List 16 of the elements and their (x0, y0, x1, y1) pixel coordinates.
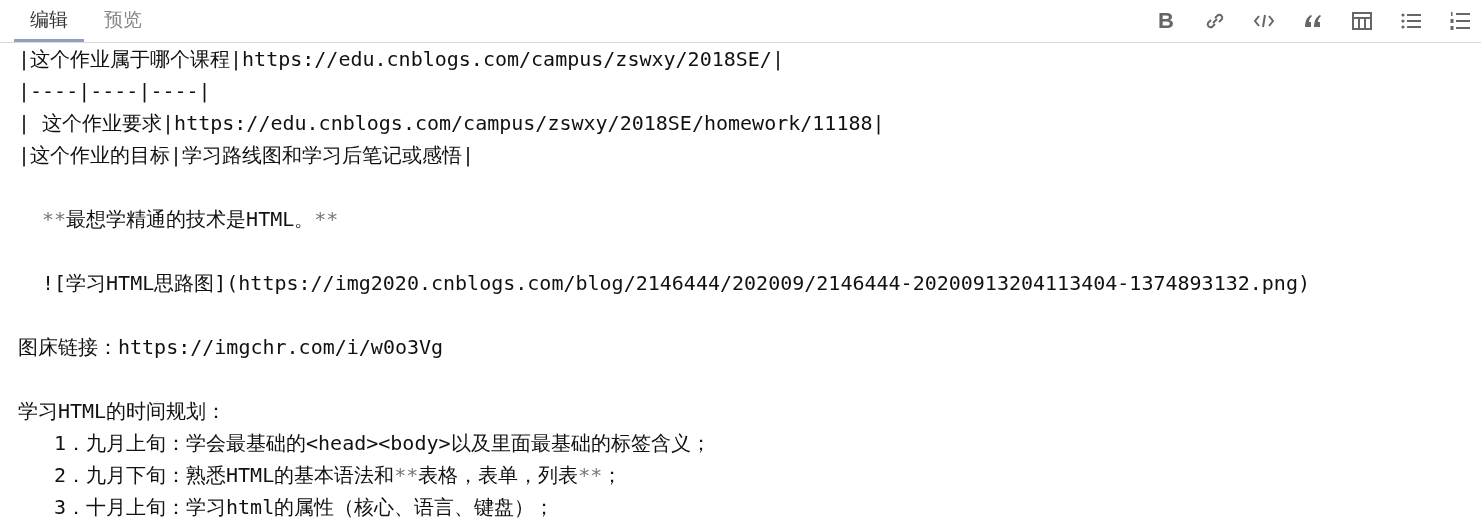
table-icon (1350, 9, 1374, 33)
editor-line: |这个作业的目标|学习路线图和学习后笔记或感悟| (18, 142, 475, 169)
editor-line: ![学习HTML思路图](https://img2020.cnblogs.com/blog/2146444/202009/2146444-20200913204113404-1374893132.png) (42, 270, 1310, 297)
editor-line: 3．十月上旬：学习html的属性（核心、语言、键盘）； (54, 494, 555, 521)
editor-line: **最想学精通的技术是HTML。** (42, 206, 339, 233)
editor-line: |----|----|----| (18, 78, 211, 105)
numbered-list-icon (1448, 9, 1472, 33)
editor-line: | 这个作业要求|https://edu.cnblogs.com/campus/zswxy/2018SE/homework/11188| (18, 110, 885, 137)
editor-line: |这个作业属于哪个课程|https://edu.cnblogs.com/campus/zswxy/2018SE/| (18, 46, 784, 73)
editor-line: 图床链接：https://imgchr.com/i/w0o3Vg (18, 334, 444, 361)
bold-button[interactable]: B (1153, 8, 1179, 34)
editor-line: 2．九月下旬：熟悉HTML的基本语法和**表格，表单，列表**； (54, 462, 623, 489)
tab[interactable]: 预览 (88, 0, 158, 42)
editor-line: 1．九月上旬：学会最基础的<head><body>以及里面最基础的标签含义； (54, 430, 711, 457)
tab[interactable]: 编辑 (14, 0, 84, 42)
editor-line: 学习HTML的时间规划： (18, 398, 227, 425)
